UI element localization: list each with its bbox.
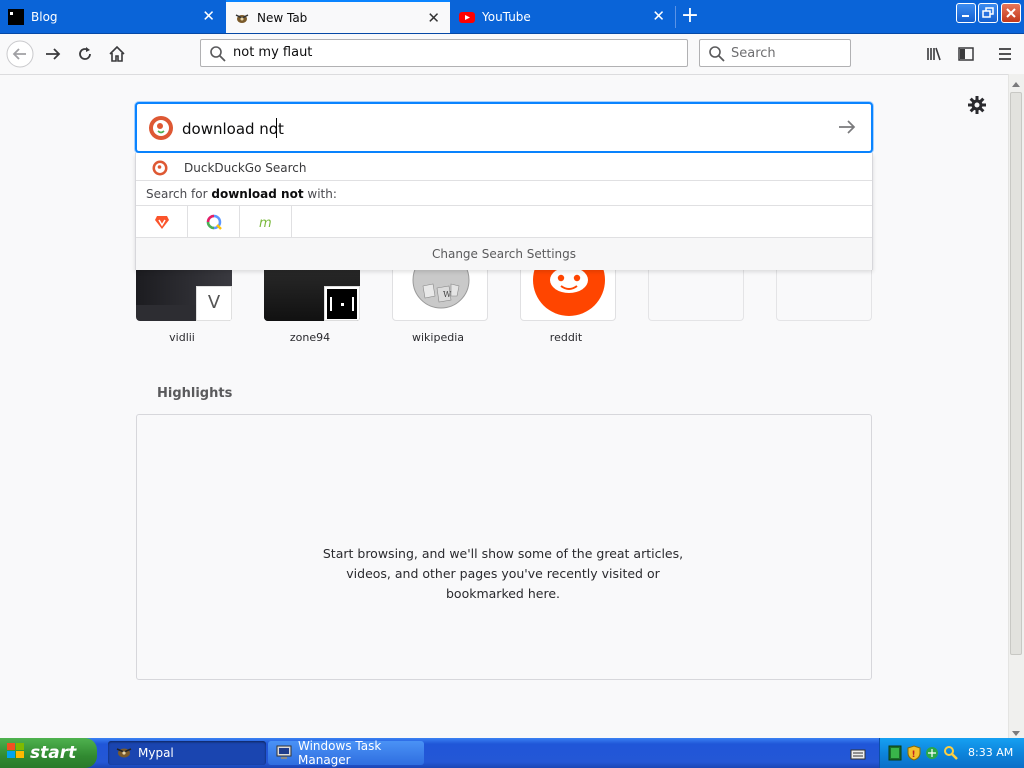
navigation-bar: not my flaut Search bbox=[0, 34, 1024, 75]
search-for-suffix: with: bbox=[303, 187, 337, 201]
engine-label: DuckDuckGo Search bbox=[184, 161, 307, 175]
svg-text:m: m bbox=[259, 216, 272, 230]
search-suggestions-dropdown: DuckDuckGo Search Search for download no… bbox=[135, 153, 873, 270]
highlights-empty-message: Start browsing, and we'll show some of t… bbox=[322, 546, 684, 601]
search-for-query: download not bbox=[211, 187, 304, 201]
search-icon bbox=[708, 45, 726, 67]
keyboard-icon[interactable] bbox=[850, 746, 866, 765]
minimize-button[interactable] bbox=[956, 3, 976, 23]
text-caret bbox=[276, 118, 277, 138]
library-button[interactable] bbox=[920, 40, 948, 68]
suggestion-engine-row[interactable]: DuckDuckGo Search bbox=[136, 153, 872, 181]
search-go-arrow-icon[interactable] bbox=[837, 117, 857, 141]
wikipedia-globe-icon: W bbox=[412, 266, 470, 309]
change-search-settings-button[interactable]: Change Search Settings bbox=[136, 238, 872, 270]
close-tab-icon[interactable]: ✕ bbox=[427, 11, 440, 26]
forward-button[interactable] bbox=[39, 40, 67, 68]
top-site-label: wikipedia bbox=[411, 331, 464, 344]
top-site-label: zone94 bbox=[289, 331, 331, 344]
search-bar[interactable]: Search bbox=[699, 39, 851, 67]
task-manager-icon bbox=[276, 744, 292, 763]
top-site-reddit[interactable] bbox=[520, 265, 616, 321]
reddit-logo-icon bbox=[533, 266, 605, 316]
tab-blog[interactable]: Blog ✕ bbox=[0, 0, 225, 33]
gear-icon[interactable] bbox=[966, 94, 988, 116]
page-search-box[interactable]: download not bbox=[135, 102, 873, 153]
taskbar-button-label: Mypal bbox=[138, 746, 174, 760]
url-text[interactable]: not my flaut bbox=[233, 45, 312, 60]
close-tab-icon[interactable]: ✕ bbox=[652, 9, 665, 24]
mojeek-icon[interactable]: m bbox=[240, 206, 292, 238]
network-icon[interactable] bbox=[924, 745, 940, 765]
scroll-up-arrow-icon[interactable] bbox=[1011, 76, 1021, 88]
top-site-label: reddit bbox=[549, 331, 583, 344]
security-shield-icon[interactable]: ! bbox=[906, 745, 922, 765]
tray-app-icon[interactable] bbox=[887, 745, 903, 765]
tab-new-tab[interactable]: New Tab ✕ bbox=[226, 0, 450, 33]
taskbar-button-label: Windows Task Manager bbox=[298, 739, 382, 767]
search-query-text[interactable]: download not bbox=[182, 120, 284, 138]
top-site-wikipedia[interactable]: W bbox=[392, 265, 488, 321]
top-site-empty[interactable] bbox=[648, 265, 744, 321]
svg-text:W: W bbox=[443, 290, 452, 299]
close-window-button[interactable] bbox=[1001, 3, 1021, 23]
start-button[interactable]: start bbox=[0, 738, 97, 768]
taskbar-button-task-manager[interactable]: Windows Task Manager bbox=[268, 739, 424, 767]
windows-flag-icon bbox=[6, 742, 26, 765]
site-badge: V bbox=[196, 286, 232, 321]
tab-title: New Tab bbox=[257, 10, 308, 25]
new-tab-plus-icon[interactable]: + bbox=[676, 4, 704, 30]
youtube-icon bbox=[459, 9, 475, 25]
search-tray-icon[interactable] bbox=[943, 745, 959, 765]
search-for-row: Search for download not with: bbox=[136, 181, 872, 206]
sidebar-toggle-button[interactable] bbox=[952, 40, 980, 68]
qwant-icon[interactable] bbox=[188, 206, 240, 238]
top-site-empty[interactable] bbox=[776, 265, 872, 321]
brave-icon[interactable] bbox=[136, 206, 188, 238]
tab-title: YouTube bbox=[482, 9, 531, 24]
mypal-icon bbox=[116, 744, 132, 763]
tab-strip: Blog ✕ New Tab ✕ YouTube ✕ + bbox=[0, 0, 1024, 34]
top-site-zone94[interactable] bbox=[264, 265, 360, 321]
restore-button[interactable] bbox=[978, 3, 998, 23]
search-icon bbox=[209, 45, 227, 67]
terminal-icon bbox=[8, 8, 24, 25]
bug-icon bbox=[234, 10, 250, 26]
duckduckgo-icon bbox=[148, 115, 174, 145]
url-bar[interactable]: not my flaut bbox=[200, 39, 688, 67]
taskbar-button-mypal[interactable]: Mypal bbox=[108, 741, 266, 765]
zone94-logo-icon bbox=[324, 286, 360, 321]
top-site-vidlii[interactable]: V bbox=[136, 265, 232, 321]
tab-title: Blog bbox=[31, 9, 58, 24]
search-placeholder: Search bbox=[731, 46, 776, 61]
svg-text:!: ! bbox=[912, 750, 916, 760]
back-button[interactable] bbox=[6, 40, 34, 68]
top-site-label: vidlii bbox=[169, 331, 195, 344]
alternate-engines-row: m bbox=[136, 206, 872, 238]
tab-youtube[interactable]: YouTube ✕ bbox=[451, 0, 675, 33]
close-tab-icon[interactable]: ✕ bbox=[202, 9, 215, 24]
taskbar-clock: 8:33 AM bbox=[968, 746, 1014, 759]
scroll-down-arrow-icon[interactable] bbox=[1011, 724, 1021, 736]
menu-hamburger-icon[interactable] bbox=[991, 40, 1019, 68]
scrollbar-thumb[interactable] bbox=[1010, 92, 1022, 655]
highlights-heading: Highlights bbox=[157, 386, 233, 401]
home-button[interactable] bbox=[103, 40, 131, 68]
search-for-prefix: Search for bbox=[146, 187, 212, 201]
reload-button[interactable] bbox=[71, 40, 99, 68]
duckduckgo-icon bbox=[152, 160, 168, 180]
start-label: start bbox=[30, 743, 77, 763]
